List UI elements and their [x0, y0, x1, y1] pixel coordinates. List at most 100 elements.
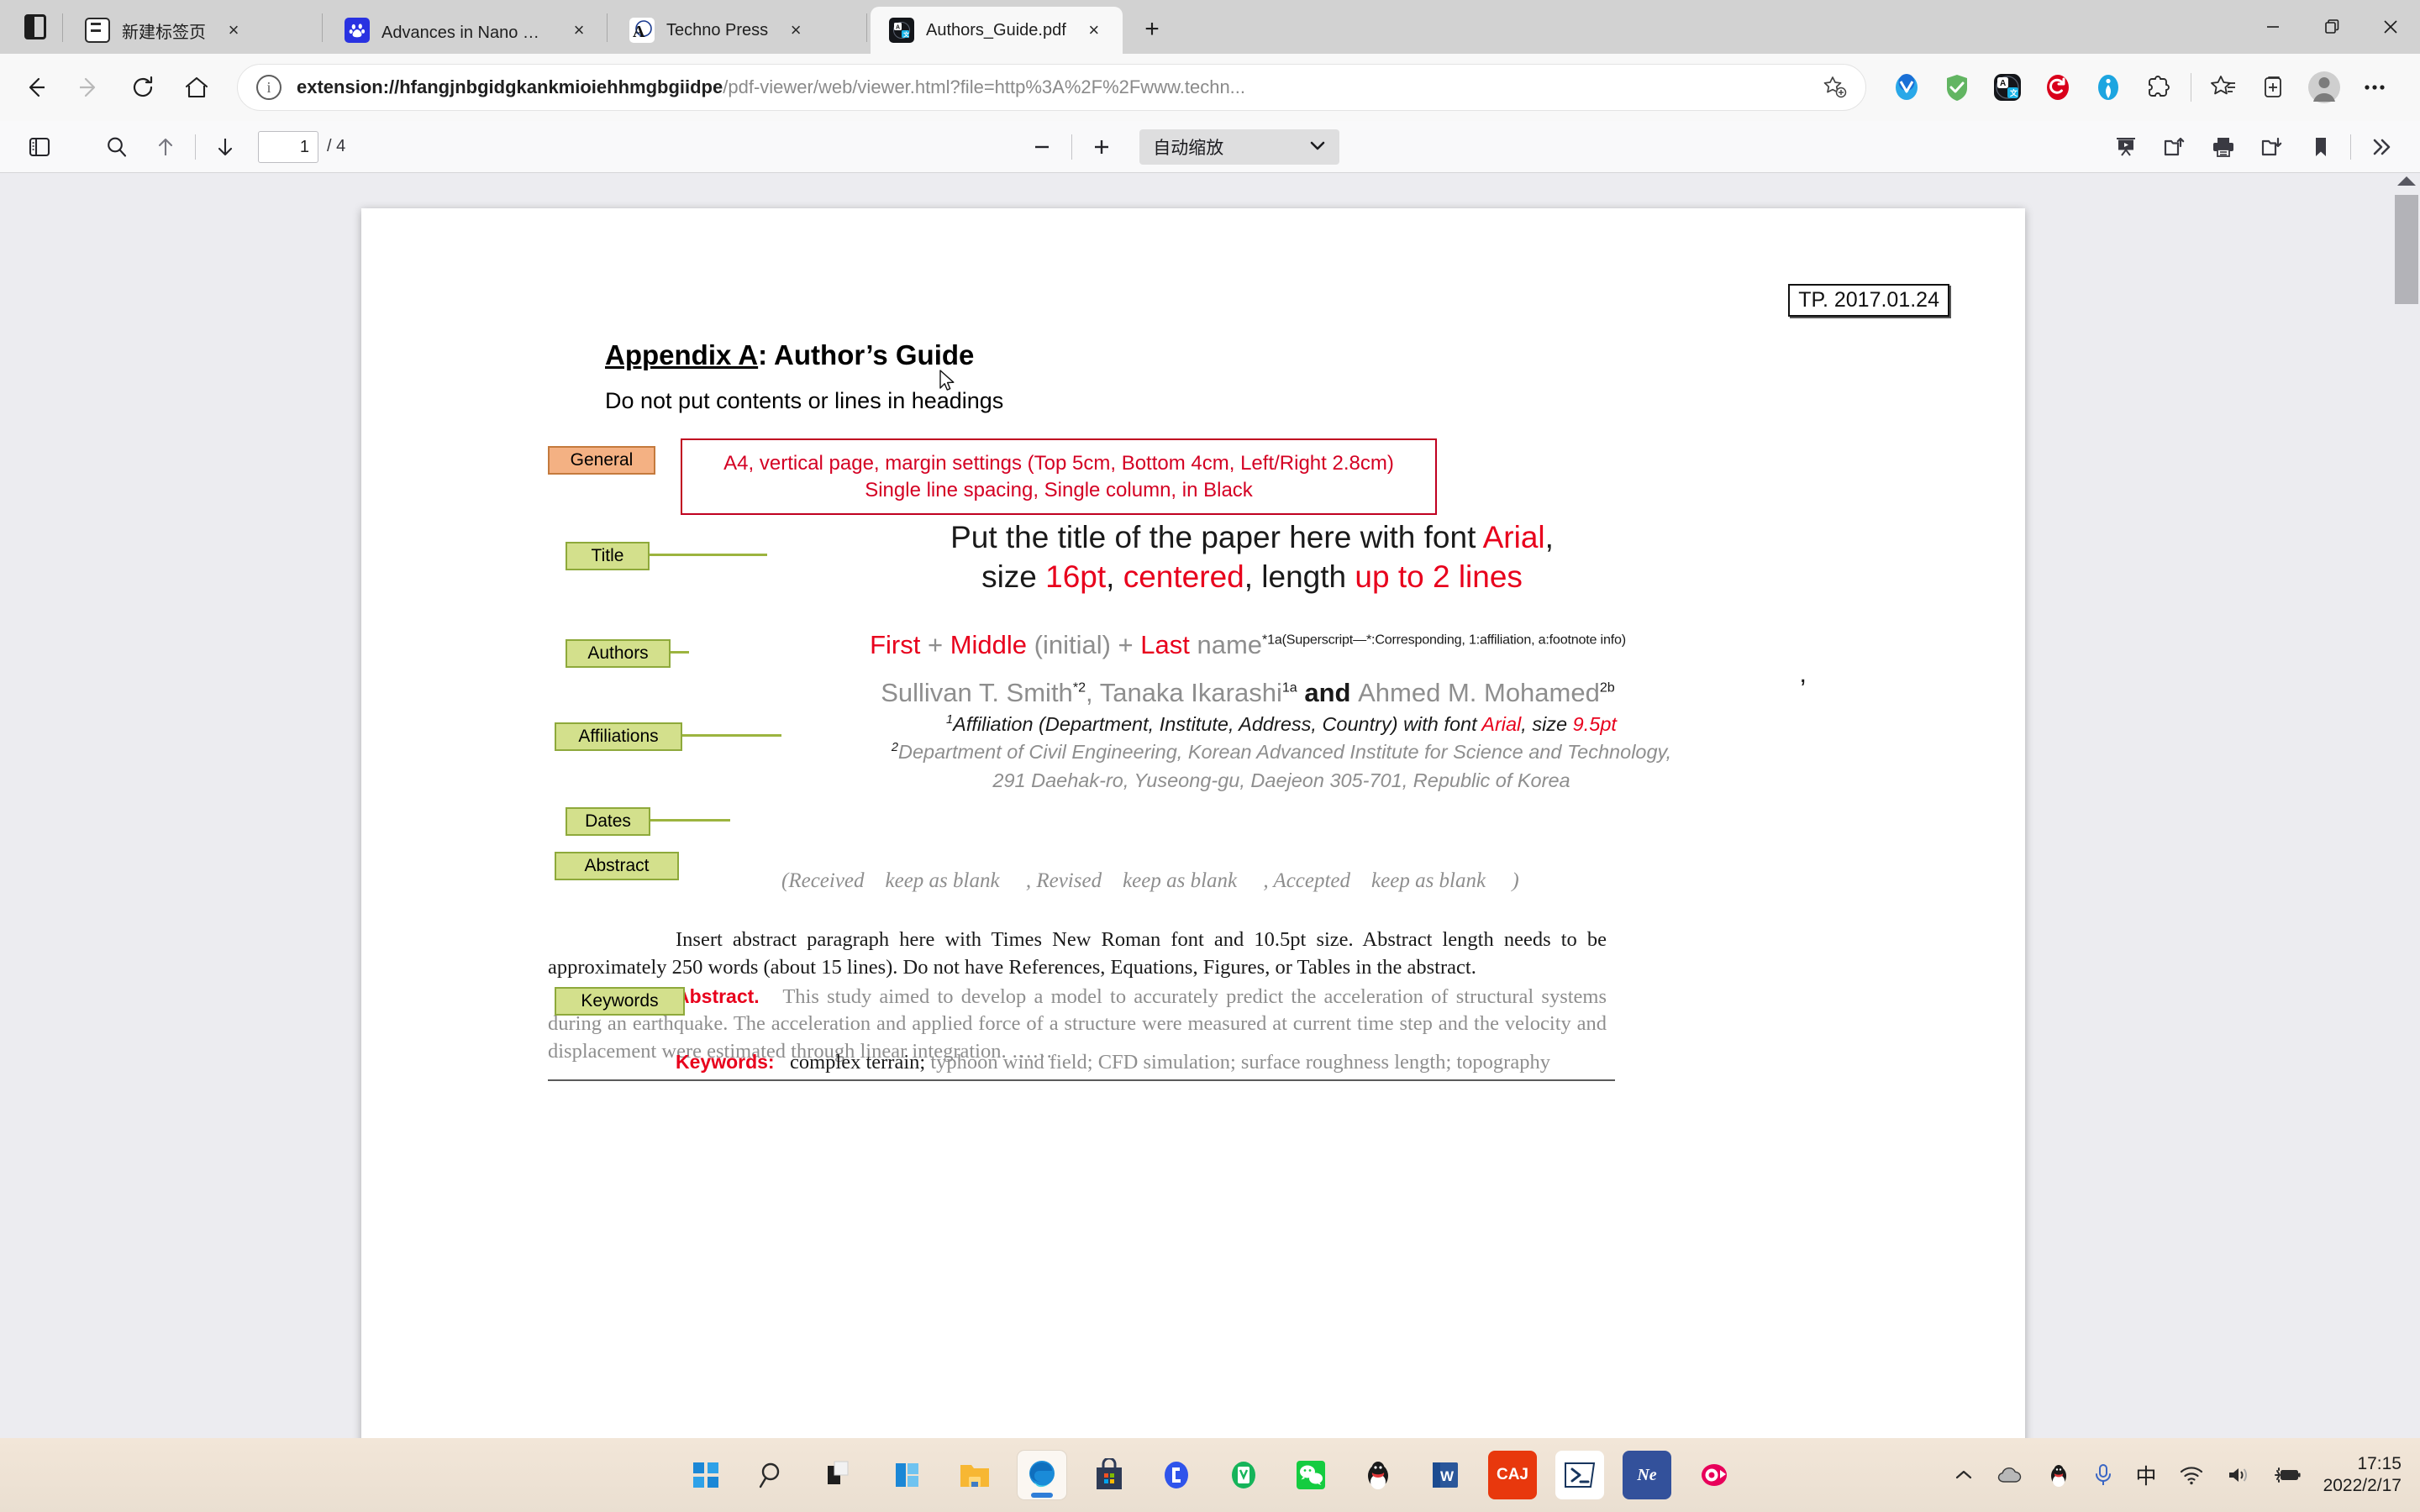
- bookmark-icon[interactable]: [2296, 126, 2345, 168]
- pdf-viewer-area[interactable]: TP. 2017.01.24 Appendix A: Author’s Guid…: [0, 173, 2420, 1438]
- browser-tab-baidu[interactable]: Advances in Nano Research_百度 ×: [326, 7, 603, 54]
- window-controls: [2244, 0, 2420, 54]
- favorites-icon[interactable]: [2198, 62, 2249, 113]
- qq-icon[interactable]: [1354, 1451, 1402, 1499]
- tab-divider: [62, 13, 63, 42]
- microphone-icon[interactable]: [2092, 1462, 2114, 1488]
- microsoft-store-icon[interactable]: [1085, 1451, 1134, 1499]
- forward-button[interactable]: [64, 62, 114, 113]
- youdao-icon[interactable]: [1219, 1451, 1268, 1499]
- volume-icon[interactable]: [2226, 1464, 2251, 1486]
- newtab-icon: [85, 18, 110, 43]
- wifi-icon[interactable]: [2179, 1464, 2204, 1486]
- shield-extension-icon[interactable]: [1932, 62, 1982, 113]
- pdf-viewer-toolbar: 1 / 4 自动缩放: [0, 121, 2420, 173]
- browser-tab-newtab[interactable]: 新建标签页 ×: [66, 7, 318, 54]
- minimize-button[interactable]: [2244, 0, 2302, 54]
- address-bar[interactable]: i extension://hfangjnbgidgkankmioiehhmgb…: [237, 64, 1866, 111]
- zoom-level-select[interactable]: 自动缩放: [1139, 129, 1340, 165]
- previous-page-button[interactable]: [141, 126, 190, 168]
- endnote-icon[interactable]: Ne: [1623, 1451, 1671, 1499]
- keywords-black: complex terrain;: [789, 1051, 926, 1074]
- collections-icon[interactable]: [2249, 62, 2299, 113]
- vimium-extension-icon[interactable]: [1881, 62, 1932, 113]
- microsoft-edge-icon[interactable]: [1018, 1451, 1066, 1499]
- author-smith-sup: *2: [1072, 680, 1086, 696]
- title-text-a: Put the title of the paper here with fon…: [950, 520, 1483, 554]
- zoom-in-button[interactable]: [1077, 126, 1126, 168]
- title-text-c: ,: [1106, 559, 1123, 595]
- title-guidance: Put the title of the paper here with fon…: [723, 517, 1781, 597]
- scroll-up-arrow-icon[interactable]: [2397, 176, 2416, 186]
- new-tab-button[interactable]: +: [1131, 8, 1173, 50]
- open-file-icon[interactable]: [2150, 126, 2199, 168]
- ime-chinese-icon[interactable]: 中: [2136, 1460, 2157, 1490]
- site-info-icon[interactable]: i: [256, 75, 281, 100]
- caj-viewer-icon[interactable]: CAJ: [1488, 1451, 1537, 1499]
- wechat-icon[interactable]: [1286, 1451, 1335, 1499]
- browser-tab-technopress[interactable]: A Techno Press ×: [611, 7, 863, 54]
- zoom-controls: 自动缩放: [1018, 126, 1340, 168]
- page-number-input[interactable]: 1: [258, 130, 318, 163]
- file-explorer-icon[interactable]: [950, 1451, 999, 1499]
- presentation-mode-icon[interactable]: [2102, 126, 2150, 168]
- widgets-icon[interactable]: [883, 1451, 932, 1499]
- camtasia-icon[interactable]: [1690, 1451, 1739, 1499]
- add-favorite-icon[interactable]: [1815, 68, 1854, 107]
- url-origin: extension://hfangjnbgidgkankmioiehhmgbgi…: [297, 76, 723, 97]
- author-smith: Sullivan T. Smith: [881, 677, 1073, 707]
- tab-close-button[interactable]: ×: [218, 14, 250, 46]
- start-button[interactable]: [681, 1451, 730, 1499]
- leader-line-dates: [650, 819, 730, 822]
- powershell-icon[interactable]: [1555, 1451, 1604, 1499]
- maximize-restore-button[interactable]: [2302, 0, 2361, 54]
- browser-tab-authors-guide-pdf[interactable]: A文 Authors_Guide.pdf ×: [871, 7, 1123, 54]
- affiliation-sup-1: 1: [946, 713, 954, 727]
- sync-extension-icon[interactable]: [2033, 62, 2083, 113]
- lark-icon[interactable]: [1152, 1451, 1201, 1499]
- general-line-2: Single line spacing, Single column, in B…: [865, 478, 1253, 501]
- affiliation-size: 9.5pt: [1572, 713, 1617, 735]
- tab-close-button[interactable]: ×: [780, 14, 812, 46]
- svg-text:文: 文: [2009, 88, 2018, 97]
- search-taskbar-icon[interactable]: [749, 1451, 797, 1499]
- next-page-button[interactable]: [201, 126, 250, 168]
- leader-line-affiliations: [682, 734, 781, 737]
- save-download-icon[interactable]: [2248, 126, 2296, 168]
- svg-text:A: A: [633, 23, 645, 41]
- home-button[interactable]: [171, 62, 222, 113]
- address-bar-url: extension://hfangjnbgidgkankmioiehhmgbgi…: [297, 76, 1815, 98]
- show-hidden-icons-chevron[interactable]: [1953, 1464, 1975, 1486]
- author-mohamed: Ahmed M. Mohamed: [1358, 677, 1600, 707]
- back-button[interactable]: [10, 62, 60, 113]
- extension-toolbar: A文: [1881, 62, 2400, 113]
- qq-tray-icon[interactable]: [2047, 1462, 2070, 1488]
- task-view-icon[interactable]: [816, 1451, 865, 1499]
- tab-close-button[interactable]: ×: [563, 14, 595, 46]
- viewer-scrollbar[interactable]: [2393, 173, 2420, 1438]
- puzzle-extensions-icon[interactable]: [2133, 62, 2184, 113]
- reload-button[interactable]: [118, 62, 168, 113]
- profile-avatar[interactable]: [2299, 62, 2349, 113]
- onedrive-cloud-icon[interactable]: [1996, 1464, 2025, 1486]
- taskbar-clock[interactable]: 17:15 2022/2/17: [2323, 1453, 2402, 1496]
- taskbar-app-list: W CAJ Ne: [681, 1451, 1739, 1499]
- title-guidance-line-1: Put the title of the paper here with fon…: [723, 517, 1781, 557]
- authors-line-2: Sullivan T. Smith*2, Tanaka Ikarashi1a a…: [689, 676, 1807, 710]
- sidebar-toggle-icon[interactable]: [15, 126, 64, 168]
- tab-divider: [607, 13, 608, 42]
- tab-title: Authors_Guide.pdf: [926, 20, 1066, 39]
- search-icon[interactable]: [92, 126, 141, 168]
- tab-close-button[interactable]: ×: [1078, 14, 1110, 46]
- print-icon[interactable]: [2199, 126, 2248, 168]
- browser-sidebar-toggle-button[interactable]: [12, 3, 59, 50]
- translate-extension-icon[interactable]: A文: [1982, 62, 2033, 113]
- scrollbar-thumb[interactable]: [2395, 195, 2418, 304]
- settings-more-icon[interactable]: [2349, 62, 2400, 113]
- zoom-out-button[interactable]: [1018, 126, 1066, 168]
- battery-charging-icon[interactable]: [2273, 1465, 2302, 1485]
- more-tools-icon[interactable]: [2356, 126, 2405, 168]
- info-extension-icon[interactable]: [2083, 62, 2133, 113]
- microsoft-word-icon[interactable]: W: [1421, 1451, 1470, 1499]
- close-window-button[interactable]: [2361, 0, 2420, 54]
